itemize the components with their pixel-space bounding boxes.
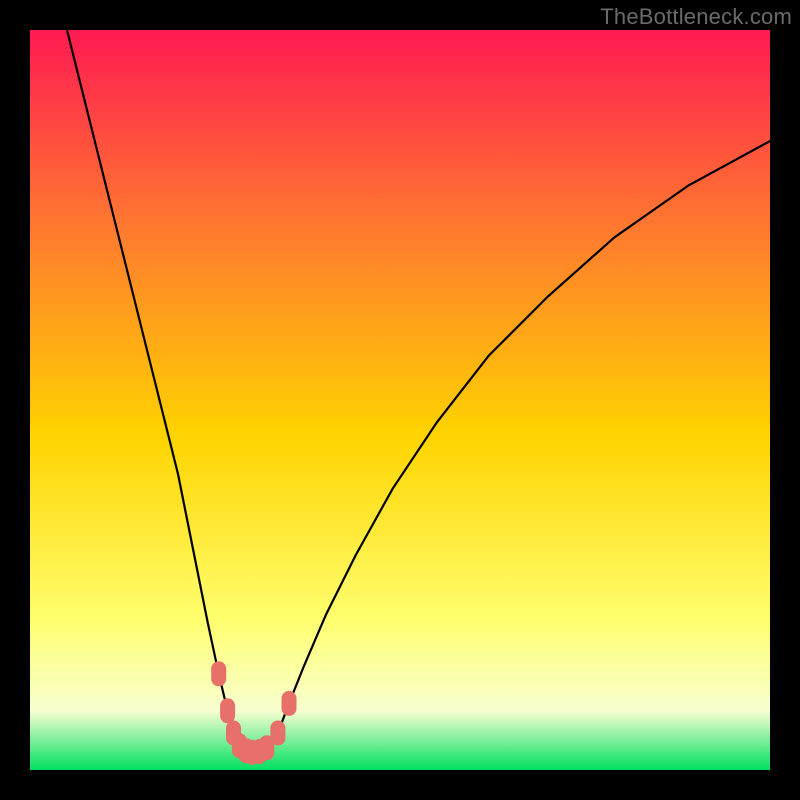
curve-marker <box>221 699 235 723</box>
curve-marker <box>282 691 296 715</box>
chart-frame <box>30 30 770 770</box>
gradient-background <box>30 30 770 770</box>
curve-marker <box>212 662 226 686</box>
curve-marker <box>271 721 285 745</box>
bottleneck-plot <box>30 30 770 770</box>
watermark-text: TheBottleneck.com <box>600 4 792 30</box>
